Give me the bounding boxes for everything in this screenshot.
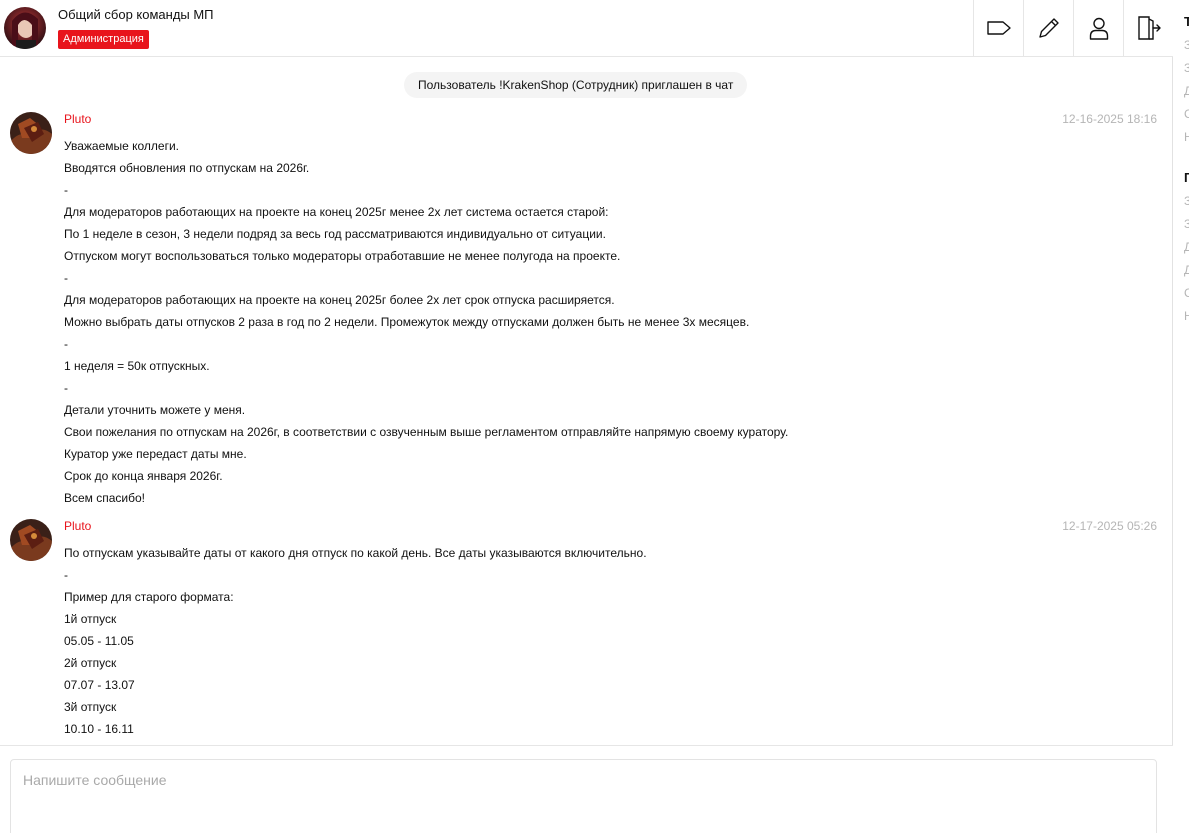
app: Общий сбор команды МП Администрация Поль… — [0, 0, 1189, 833]
side-line: Н — [1184, 309, 1189, 323]
role-badge: Администрация — [58, 30, 149, 49]
side-line: З — [1184, 217, 1189, 231]
message-author[interactable]: Pluto — [64, 519, 91, 533]
author-avatar[interactable] — [10, 112, 52, 154]
message-line: Срок до конца января 2026г. — [64, 469, 223, 483]
pencil-icon — [1038, 18, 1059, 38]
leave-chat-button[interactable] — [1123, 0, 1173, 56]
message-line: Для модераторов работающих на проекте на… — [64, 205, 609, 219]
message-line: Отпуском могут воспользоваться только мо… — [64, 249, 621, 263]
side-line: Д — [1184, 263, 1189, 277]
side-line: Н — [1184, 130, 1189, 144]
message-time: 12-17-2025 05:26 — [1062, 519, 1157, 533]
message-line: - — [64, 381, 68, 395]
message-line: Пример для старого формата: — [64, 590, 234, 604]
message-line: Можно выбрать даты отпусков 2 раза в год… — [64, 315, 750, 329]
message-line: 1й отпуск — [64, 612, 117, 626]
side-line: С — [1184, 286, 1189, 300]
side-section-title: Т — [1184, 14, 1189, 29]
message-line: 05.05 - 11.05 — [64, 634, 134, 648]
chat-panel: Общий сбор команды МП Администрация Поль… — [0, 0, 1173, 833]
message-line: Куратор уже передаст даты мне. — [64, 447, 247, 461]
message-line: Свои пожелания по отпускам на 2026г, в с… — [64, 425, 789, 439]
side-line: З — [1184, 194, 1189, 208]
side-line: З — [1184, 61, 1189, 75]
side-panel: Т ЗЗДСН П ЗЗДДСН — [1174, 0, 1189, 833]
chat-title: Общий сбор команды МП — [58, 7, 214, 22]
message-line: Уважаемые коллеги. — [64, 139, 180, 153]
tag-icon — [986, 21, 1011, 35]
message-time: 12-16-2025 18:16 — [1062, 112, 1157, 126]
exit-icon — [1137, 16, 1161, 40]
message-line: - — [64, 568, 68, 582]
message-line: 07.07 - 13.07 — [64, 678, 135, 692]
message-line: 10.10 - 16.11 — [64, 722, 134, 736]
message-line: Всем спасибо! — [64, 491, 146, 505]
message-line: Для модераторов работающих на проекте на… — [64, 293, 615, 307]
message-line: - — [64, 271, 68, 285]
message-line: По 1 неделе в сезон, 3 недели подряд за … — [64, 227, 606, 241]
side-line: С — [1184, 107, 1189, 121]
chat-avatar[interactable] — [4, 7, 46, 49]
message-line: Детали уточнить можете у меня. — [64, 403, 246, 417]
message-line: 3й отпуск — [64, 700, 117, 714]
message-line: - — [64, 337, 68, 351]
user-icon — [1089, 17, 1108, 40]
composer-area — [0, 745, 1173, 833]
side-section-title: П — [1184, 170, 1189, 185]
system-message: Пользователь !KrakenShop (Сотрудник) при… — [404, 72, 748, 98]
message-input[interactable] — [10, 759, 1157, 833]
chat-header: Общий сбор команды МП Администрация — [0, 0, 1173, 57]
message-line: 2й отпуск — [64, 656, 117, 670]
header-toolbar — [973, 0, 1173, 56]
edit-button[interactable] — [1023, 0, 1073, 56]
message-line: - — [64, 183, 68, 197]
side-line: Д — [1184, 240, 1189, 254]
message-text: По отпускам указывайте даты от какого дн… — [64, 542, 647, 740]
tag-button[interactable] — [973, 0, 1023, 56]
side-line: З — [1184, 38, 1189, 52]
message-line: По отпускам указывайте даты от какого дн… — [64, 546, 647, 560]
author-avatar[interactable] — [10, 519, 52, 561]
members-button[interactable] — [1073, 0, 1123, 56]
message-line: Вводятся обновления по отпускам на 2026г… — [64, 161, 310, 175]
message-line: 1 неделя = 50к отпускных. — [64, 359, 210, 373]
side-line: Д — [1184, 84, 1189, 98]
message-text: Уважаемые коллеги. Вводятся обновления по… — [64, 135, 788, 509]
message-author[interactable]: Pluto — [64, 112, 91, 126]
